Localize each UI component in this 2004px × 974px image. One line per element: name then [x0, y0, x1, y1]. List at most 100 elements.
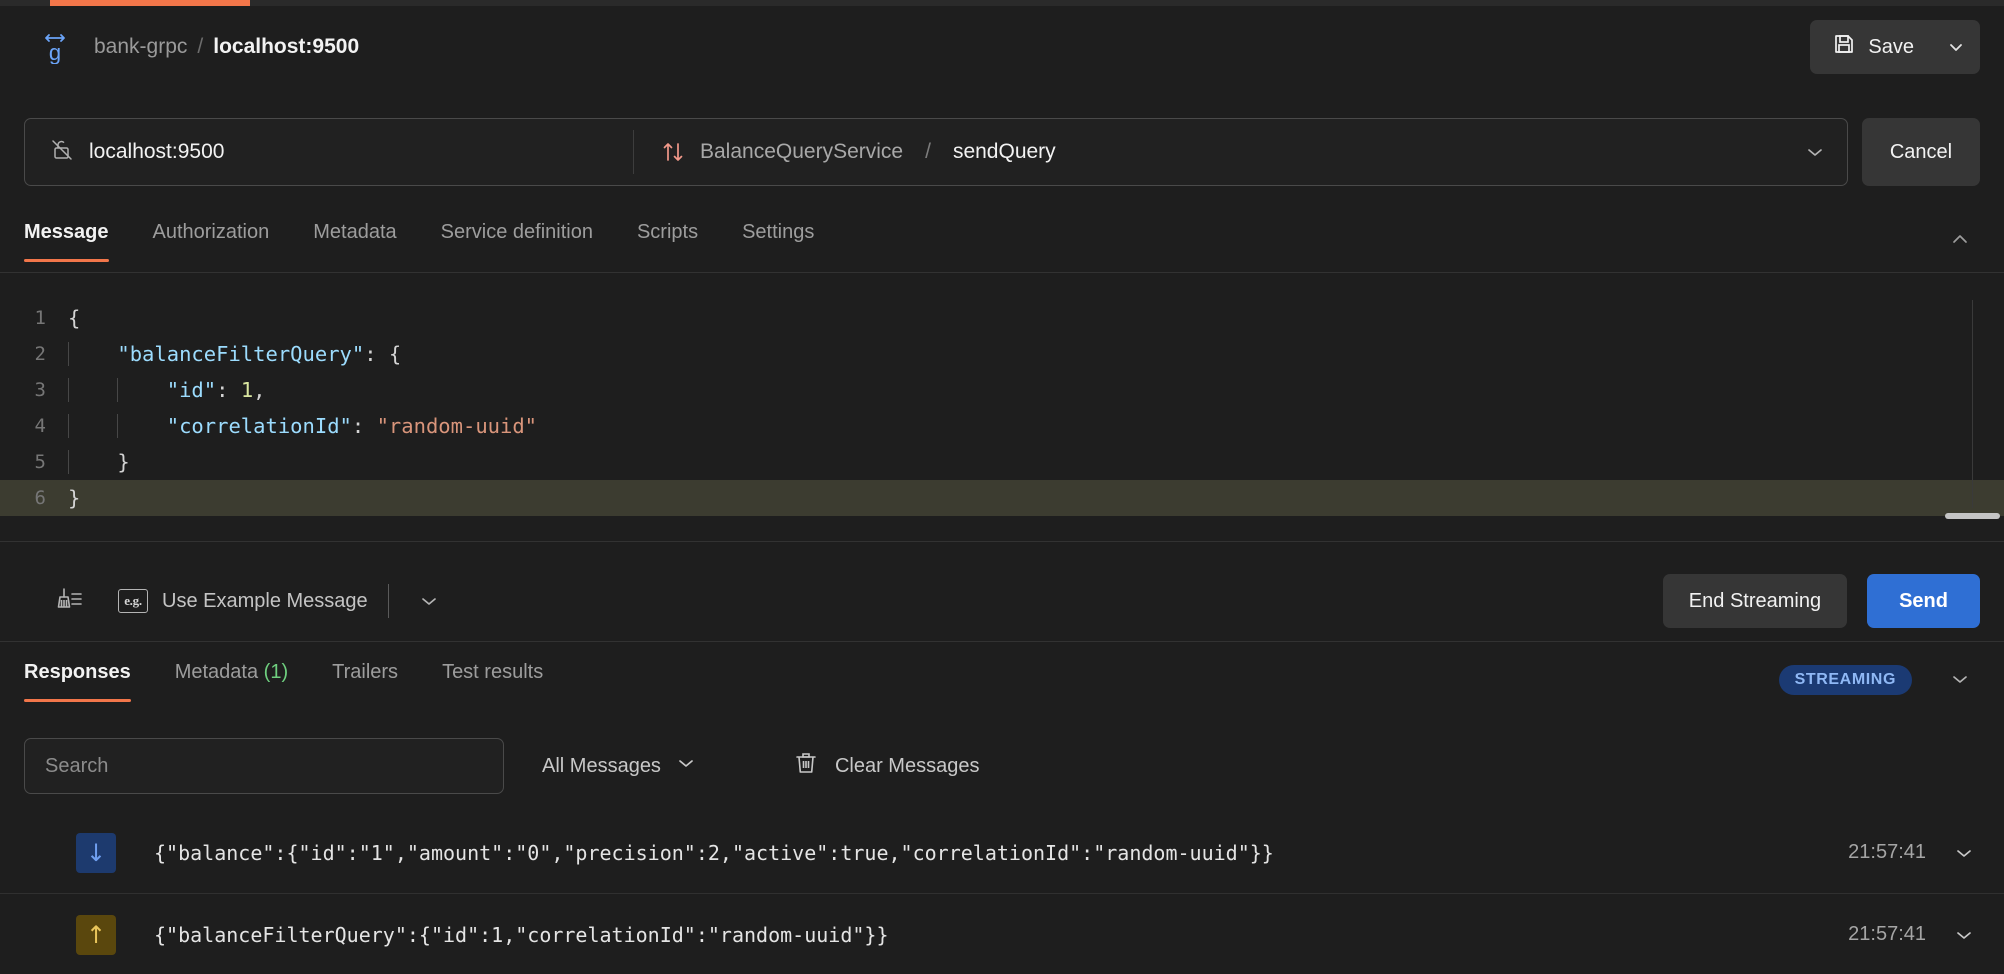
breadcrumb-separator: /	[197, 35, 204, 58]
url-host-value[interactable]: localhost:9500	[89, 140, 224, 164]
example-message-dropdown-caret[interactable]	[409, 589, 449, 613]
message-timestamp: 21:57:41	[1848, 841, 1926, 863]
editor-horizontal-scrollbar[interactable]	[1945, 513, 2000, 519]
code-line[interactable]: 5 }	[0, 444, 2004, 480]
indent-guide	[117, 414, 119, 438]
trash-icon	[793, 750, 819, 782]
code-line-text: {	[68, 306, 80, 330]
tab-service-definition[interactable]: Service definition	[441, 215, 593, 262]
code-line[interactable]: 1{	[0, 300, 2004, 336]
arrow-up-icon: ↑	[76, 914, 116, 955]
tab-trailers[interactable]: Trailers	[332, 655, 398, 702]
code-line[interactable]: 4 "correlationId": "random-uuid"	[0, 408, 2004, 444]
message-body: {"balanceFilterQuery":{"id":1,"correlati…	[154, 922, 889, 947]
floppy-disk-icon	[1832, 32, 1856, 62]
code-token: "id"	[166, 378, 217, 402]
indent-guide	[68, 342, 69, 366]
tab-metadata[interactable]: Metadata	[313, 215, 396, 262]
tab-responses[interactable]: Responses	[24, 655, 131, 702]
save-button-main[interactable]: Save	[1810, 20, 1932, 74]
code-line[interactable]: 2 "balanceFilterQuery": {	[0, 336, 2004, 372]
search-input[interactable]	[24, 738, 504, 794]
line-number: 3	[34, 379, 46, 401]
message-filter-dropdown[interactable]: All Messages	[542, 752, 697, 780]
message-bar-bottom-divider	[0, 641, 2004, 642]
code-token: "balanceFilterQuery"	[117, 342, 365, 366]
tab-message[interactable]: Message	[24, 215, 109, 262]
line-number: 6	[34, 487, 46, 509]
save-button-label: Save	[1868, 35, 1914, 58]
code-line[interactable]: 6}	[0, 480, 2004, 516]
code-token: }	[68, 486, 81, 510]
broom-icon[interactable]	[44, 579, 96, 623]
use-example-message-button[interactable]: e.g. Use Example Message	[118, 589, 368, 613]
line-number: 2	[34, 343, 46, 365]
code-line-text: "id": 1,	[68, 378, 266, 402]
chevron-up-icon[interactable]	[1948, 227, 1972, 256]
code-token: 1	[240, 378, 254, 402]
example-divider	[387, 584, 389, 618]
eg-box-icon: e.g.	[118, 589, 148, 613]
code-line-text: }	[68, 450, 130, 474]
indent-guide	[68, 378, 69, 402]
code-token: : {	[364, 342, 402, 366]
breadcrumb: bank-grpc / localhost:9500	[94, 35, 359, 59]
code-line-text: "balanceFilterQuery": {	[68, 342, 401, 366]
tab-authorization[interactable]: Authorization	[153, 215, 270, 262]
editor-vertical-rule	[1972, 300, 1973, 508]
tab-settings[interactable]: Settings	[742, 215, 814, 262]
message-body: {"balance":{"id":"1","amount":"0","preci…	[154, 840, 1274, 865]
header-bar: g bank-grpc / localhost:9500 Save	[0, 6, 2004, 88]
line-number: 5	[34, 451, 46, 473]
arrow-down-icon: ↓	[76, 832, 116, 873]
code-line-text: "correlationId": "random-uuid"	[68, 414, 537, 438]
code-token: {	[68, 306, 81, 330]
chevron-down-icon	[675, 752, 697, 780]
tab-test-results[interactable]: Test results	[442, 655, 543, 702]
url-host-group[interactable]: localhost:9500	[25, 137, 633, 168]
message-code-editor[interactable]: 1{2 "balanceFilterQuery": {3 "id": 1, 4 "…	[0, 300, 2004, 525]
indent-guide	[68, 414, 69, 438]
message-filter-label: All Messages	[542, 754, 661, 777]
code-token: "random-uuid"	[376, 414, 538, 438]
clear-messages-label: Clear Messages	[834, 754, 980, 777]
code-token: :	[351, 414, 377, 438]
bidirectional-stream-arrows-icon	[660, 139, 686, 165]
url-method-group[interactable]: BalanceQueryService / sendQuery	[634, 139, 1783, 165]
code-token: }	[68, 450, 130, 474]
code-line[interactable]: 3 "id": 1,	[0, 372, 2004, 408]
editor-bottom-divider	[0, 541, 2004, 542]
request-tabs-underline	[0, 272, 2004, 273]
message-row[interactable]: ↑ {"balanceFilterQuery":{"id":1,"correlat…	[0, 894, 2004, 974]
clear-messages-button[interactable]: Clear Messages	[793, 750, 980, 782]
tab-scripts[interactable]: Scripts	[637, 215, 698, 262]
save-button[interactable]: Save	[1810, 20, 1980, 74]
message-timestamp: 21:57:41	[1848, 923, 1926, 945]
indent-guide	[68, 450, 69, 474]
response-tab-bar: Responses Metadata (1) Trailers Test res…	[0, 655, 2004, 711]
message-row[interactable]: ↓ {"balance":{"id":"1","amount":"0","prec…	[0, 812, 2004, 894]
chevron-down-icon[interactable]	[1948, 841, 1980, 865]
method-dropdown-caret[interactable]	[1783, 141, 1847, 163]
code-line-text: }	[68, 486, 80, 510]
breadcrumb-parent[interactable]: bank-grpc	[94, 35, 187, 59]
cancel-button[interactable]: Cancel	[1862, 118, 1980, 186]
save-dropdown-caret[interactable]	[1932, 20, 1980, 74]
send-button[interactable]: Send	[1867, 574, 1980, 628]
response-panel-chevron-down-icon[interactable]	[1948, 667, 1972, 696]
line-number: 4	[34, 415, 46, 437]
chevron-down-icon[interactable]	[1948, 923, 1980, 947]
response-message-list: ↓ {"balance":{"id":"1","amount":"0","prec…	[0, 812, 2004, 974]
unlocked-strikethrough-icon[interactable]	[49, 137, 75, 168]
end-streaming-button[interactable]: End Streaming	[1662, 574, 1848, 628]
breadcrumb-current[interactable]: localhost:9500	[213, 35, 359, 59]
metadata-count-badge: (1)	[263, 661, 289, 683]
svg-text:g: g	[49, 40, 61, 64]
service-method-separator: /	[925, 140, 931, 163]
url-bar-row: localhost:9500 BalanceQueryService / sen…	[0, 118, 2004, 186]
url-field[interactable]: localhost:9500 BalanceQueryService / sen…	[24, 118, 1848, 186]
grpc-logo-icon: g	[38, 30, 72, 64]
tab-response-metadata[interactable]: Metadata (1)	[175, 655, 288, 702]
code-token: :	[216, 378, 241, 402]
use-example-message-label: Use Example Message	[162, 589, 368, 612]
